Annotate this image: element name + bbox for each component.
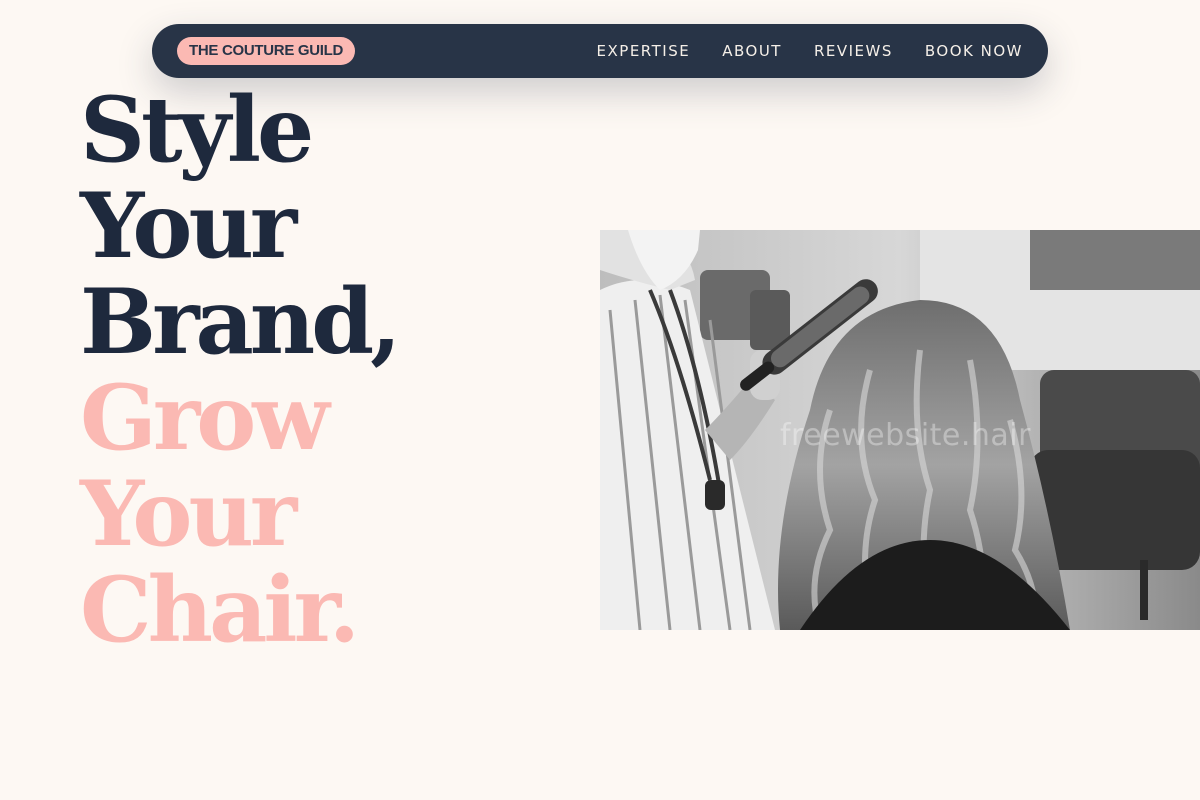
- headline-line-your: Your: [80, 173, 297, 279]
- nav-link-book-now[interactable]: BOOK NOW: [925, 42, 1023, 60]
- headline-line-your-2: Your: [80, 461, 297, 567]
- headline-line-style: Style: [80, 77, 314, 183]
- brand-logo[interactable]: THE COUTURE GUILD: [177, 37, 356, 65]
- photo-watermark: freewebsite.hair: [780, 418, 1031, 453]
- nav-link-expertise[interactable]: EXPERTISE: [597, 42, 691, 60]
- top-nav: THE COUTURE GUILD EXPERTISE ABOUT REVIEW…: [152, 24, 1048, 78]
- hero-headline: Style Your Brand, Grow Your Chair.: [80, 77, 401, 663]
- headline-line-grow: Grow: [80, 365, 330, 471]
- nav-links: EXPERTISE ABOUT REVIEWS BOOK NOW: [597, 42, 1023, 60]
- headline-line-chair: Chair.: [80, 557, 360, 663]
- nav-link-about[interactable]: ABOUT: [722, 42, 782, 60]
- nav-link-reviews[interactable]: REVIEWS: [814, 42, 893, 60]
- headline-line-brand: Brand,: [80, 269, 401, 375]
